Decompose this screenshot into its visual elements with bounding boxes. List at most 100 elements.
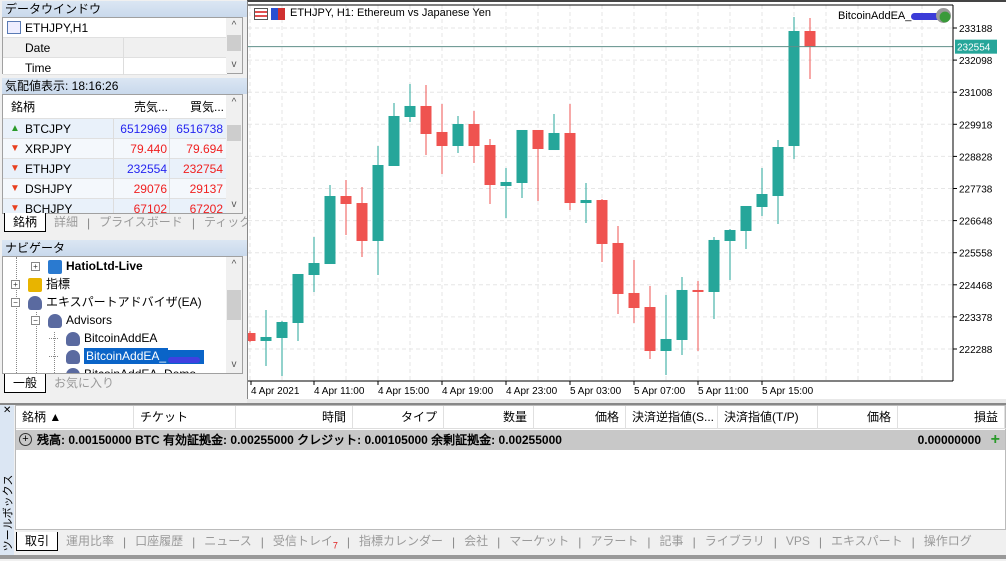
scroll-up-icon[interactable]: ^ xyxy=(226,18,242,34)
scroll-down-icon[interactable]: v xyxy=(226,197,242,213)
unread-badge: 7 xyxy=(332,540,338,551)
tab-12[interactable]: エキスパート xyxy=(823,532,911,551)
x-tick-label: 4 Apr 11:00 xyxy=(314,386,365,397)
collapse-icon[interactable]: − xyxy=(11,298,20,308)
column-header[interactable]: 価格 xyxy=(818,406,898,429)
column-header[interactable]: チケット xyxy=(134,406,236,429)
tab-1[interactable]: 運用比率 xyxy=(58,532,122,551)
tab-1[interactable]: お気に入り xyxy=(46,374,122,393)
market-watch-row[interactable]: ▼ ETHJPY 232554 232754 xyxy=(3,159,227,179)
candle-body xyxy=(788,31,800,147)
expert-running-icon[interactable] xyxy=(936,8,951,23)
tab-0[interactable]: 一般 xyxy=(4,374,47,393)
tab-10[interactable]: ライブラリ xyxy=(697,532,773,551)
candle-body xyxy=(260,336,272,341)
x-tick-label: 5 Apr 03:00 xyxy=(570,386,622,397)
column-header[interactable]: 価格 xyxy=(534,406,626,429)
x-tick-label: 4 Apr 15:00 xyxy=(378,386,430,397)
chart-icon xyxy=(7,21,21,34)
column-header-symbol[interactable]: 銘柄 xyxy=(11,95,35,119)
y-tick-label: 223378 xyxy=(959,313,993,324)
y-tick-label: 233188 xyxy=(959,24,993,35)
expert-icon xyxy=(66,349,80,364)
column-header[interactable]: 決済指値(T/P) xyxy=(718,406,818,429)
add-icon[interactable]: + xyxy=(991,430,1000,450)
column-header[interactable]: 時間 xyxy=(236,406,353,429)
ask-price: 67202 xyxy=(169,199,223,213)
arrow-down-icon: ▼ xyxy=(10,143,20,154)
arrow-down-icon: ▼ xyxy=(10,203,20,214)
collapse-icon[interactable]: − xyxy=(31,316,40,326)
toolbox-tabs: 取引 運用比率 | 口座履歴 | ニュース | 受信トレイ7 | 指標カレンダー | 会社 | マーケット… xyxy=(16,532,980,551)
navigator-item[interactable]: + HatioLtd-Live xyxy=(31,257,143,276)
expand-icon[interactable]: + xyxy=(11,280,20,290)
chart-list-icon[interactable] xyxy=(254,8,268,20)
navigator-item[interactable]: BitcoinAddEA_ xyxy=(49,347,205,366)
navigator-item[interactable]: + 指標 xyxy=(11,275,70,294)
scroll-up-icon[interactable]: ^ xyxy=(226,257,242,273)
y-tick-label: 226648 xyxy=(959,217,993,228)
navigator-item[interactable]: BitcoinAddEA xyxy=(49,329,157,348)
ask-price: 6516738 xyxy=(169,119,223,139)
arrow-down-icon: ▼ xyxy=(10,163,20,174)
tab-6[interactable]: 会社 xyxy=(456,532,496,551)
navigator-item[interactable]: − エキスパートアドバイザ(EA) xyxy=(11,293,202,312)
expand-icon[interactable]: + xyxy=(19,433,32,446)
candlestick-chart[interactable]: 233188 232098 231008 229918 228828 227738 2266… xyxy=(248,2,1006,399)
balance-row[interactable]: + 残高: 0.00150000 BTC 有効証拠金: 0.00255000 ク… xyxy=(16,430,1005,450)
column-header[interactable]: 損益 xyxy=(898,406,1005,429)
tab-8[interactable]: アラート xyxy=(582,532,646,551)
scroll-down-icon[interactable]: v xyxy=(226,357,242,373)
candle-body xyxy=(708,239,720,292)
trade-icon[interactable] xyxy=(271,8,285,20)
scroll-up-icon[interactable]: ^ xyxy=(226,95,242,111)
market-watch-row[interactable]: ▲ BTCJPY 6512969 6516738 xyxy=(3,119,227,139)
symbol: BTCJPY xyxy=(25,122,72,136)
tab-2[interactable]: 口座履歴 xyxy=(127,532,191,551)
tab-2[interactable]: プライスボード xyxy=(91,213,191,232)
scrollbar[interactable]: ^ v xyxy=(226,95,242,213)
expert-icon xyxy=(28,295,42,310)
scrollbar[interactable]: ^ v xyxy=(226,257,242,373)
navigator-item[interactable]: BitcoinAddEA_Demo xyxy=(49,365,196,373)
tab-4[interactable]: 受信トレイ7 xyxy=(265,532,346,551)
tab-7[interactable]: マーケット xyxy=(501,532,577,551)
x-tick-label: 5 Apr 11:00 xyxy=(698,386,749,397)
tab-13[interactable]: 操作ログ xyxy=(916,532,980,551)
tab-0[interactable]: 銘柄 xyxy=(4,213,47,232)
chart-window[interactable]: 233188 232098 231008 229918 228828 227738 2266… xyxy=(247,0,1006,399)
market-watch-row[interactable]: ▼ XRPJPY 79.440 79.694 xyxy=(3,139,227,159)
x-tick-label: 4 Apr 19:00 xyxy=(442,386,494,397)
candle-body xyxy=(404,105,416,117)
navigator-item[interactable]: − Advisors xyxy=(31,311,112,330)
tab-1[interactable]: 詳細 xyxy=(46,213,86,232)
toolbox-side-tab[interactable]: ✕ ツールボックス xyxy=(0,405,15,559)
tab-11[interactable]: VPS xyxy=(778,532,818,551)
symbol: XRPJPY xyxy=(25,142,72,156)
chart-title: ETHJPY, H1: Ethereum vs Japanese Yen xyxy=(290,7,491,19)
data-window-symbol-row: ETHJPY,H1 xyxy=(3,18,227,38)
tab-9[interactable]: 記事 xyxy=(652,532,692,551)
column-header[interactable]: 決済逆指値(S... xyxy=(626,406,718,429)
trade-table-header: 銘柄 ▲ チケット 時間 タイプ 数量 価格 決済逆指値(S... 決済指値(T/P) 価格 損益 xyxy=(16,406,1006,429)
candle-body xyxy=(804,31,816,47)
tab-0[interactable]: 取引 xyxy=(16,532,59,551)
candle-body xyxy=(644,307,656,352)
market-watch-row[interactable]: ▼ DSHJPY 29076 29137 xyxy=(3,179,227,199)
column-header-bid[interactable]: 売気... xyxy=(113,95,168,119)
current-price-label: 232554 xyxy=(957,43,991,54)
scrollbar[interactable]: ^ v xyxy=(226,18,242,73)
market-watch-row[interactable]: ▼ BCHJPY 67102 67202 xyxy=(3,199,227,214)
candle-body xyxy=(420,105,432,134)
tab-3[interactable]: ニュース xyxy=(196,532,259,551)
column-header[interactable]: タイプ xyxy=(353,406,444,429)
column-header[interactable]: 銘柄 ▲ xyxy=(16,406,134,429)
tab-5[interactable]: 指標カレンダー xyxy=(351,532,451,551)
candle-body xyxy=(500,181,512,186)
column-header[interactable]: 数量 xyxy=(444,406,534,429)
scroll-down-icon[interactable]: v xyxy=(226,57,242,73)
column-header-ask[interactable]: 買気... xyxy=(169,95,224,119)
candle-body xyxy=(516,129,528,183)
close-icon[interactable]: ✕ xyxy=(3,405,11,416)
expand-icon[interactable]: + xyxy=(31,262,40,272)
